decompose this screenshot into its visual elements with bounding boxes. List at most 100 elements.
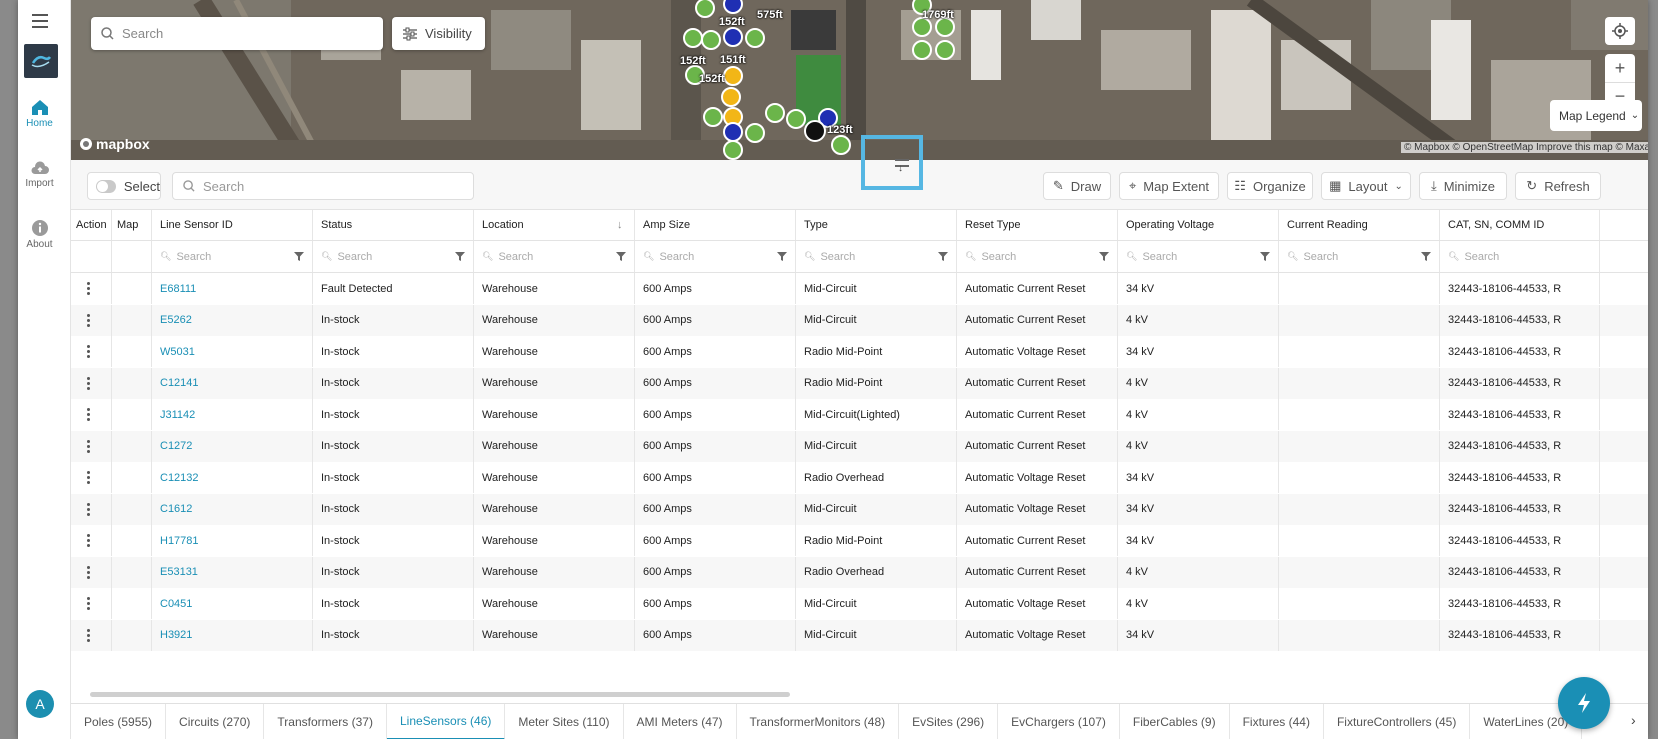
layout-dropdown[interactable]: ▦ Layout ⌄: [1321, 172, 1411, 200]
table-row[interactable]: W5031 In-stock Warehouse 600 Amps Radio Mid-…: [71, 336, 1648, 367]
kebab-menu-icon[interactable]: [87, 628, 90, 642]
column-header[interactable]: Reset Type: [957, 210, 1118, 240]
column-filter[interactable]: 🔍︎ Search: [1118, 241, 1279, 272]
cell-id[interactable]: C12132: [152, 462, 313, 493]
layer-tab[interactable]: LineSensors (46): [386, 704, 506, 739]
table-row[interactable]: E5262 In-stock Warehouse 600 Amps Mid-Circui…: [71, 304, 1648, 336]
cell-id[interactable]: E5262: [152, 304, 313, 336]
table-row[interactable]: E68111 Fault Detected Warehouse 600 Amps Mid…: [71, 273, 1648, 304]
row-actions-menu[interactable]: [71, 525, 112, 556]
organize-button[interactable]: ☷ Organize: [1227, 172, 1313, 200]
column-header[interactable]: Map: [112, 210, 152, 240]
kebab-menu-icon[interactable]: [87, 408, 90, 421]
layer-tab[interactable]: TransformerMonitors (48): [737, 704, 900, 739]
row-actions-menu[interactable]: [71, 462, 112, 493]
row-actions-menu[interactable]: [71, 556, 112, 588]
kebab-menu-icon[interactable]: [87, 376, 90, 390]
horizontal-scrollbar[interactable]: [90, 692, 790, 697]
map-extent-button[interactable]: ⌖ Map Extent: [1119, 172, 1219, 200]
cell-id[interactable]: J31142: [152, 399, 313, 430]
column-filter[interactable]: 🔍︎ Search: [1279, 241, 1440, 272]
layer-tab[interactable]: EvChargers (107): [998, 704, 1120, 739]
column-filter[interactable]: 🔍︎ Search: [635, 241, 796, 272]
table-row[interactable]: C12132 In-stock Warehouse 600 Amps Radio Ove…: [71, 462, 1648, 493]
kebab-menu-icon[interactable]: [87, 439, 90, 453]
grid-search-input[interactable]: Search: [172, 172, 474, 200]
row-actions-menu[interactable]: [71, 588, 112, 619]
toggle-switch[interactable]: [96, 179, 116, 193]
column-filter[interactable]: 🔍︎ Search: [313, 241, 474, 272]
table-row[interactable]: C0451 In-stock Warehouse 600 Amps Mid-Circui…: [71, 588, 1648, 619]
kebab-menu-icon[interactable]: [87, 282, 90, 295]
cell-id[interactable]: E53131: [152, 556, 313, 588]
filter-icon[interactable]: [938, 252, 948, 261]
row-actions-menu[interactable]: [71, 304, 112, 336]
map-legend-dropdown[interactable]: Map Legend ⌄: [1550, 100, 1642, 131]
minimize-button[interactable]: ⤓ Minimize: [1419, 172, 1507, 200]
column-header[interactable]: Status: [313, 210, 474, 240]
row-actions-menu[interactable]: [71, 273, 112, 304]
kebab-menu-icon[interactable]: [87, 534, 90, 547]
cell-id[interactable]: W5031: [152, 336, 313, 367]
filter-icon[interactable]: [777, 252, 787, 261]
column-filter[interactable]: 🔍︎ Search: [474, 241, 635, 272]
column-filter[interactable]: 🔍︎ Search: [796, 241, 957, 272]
layer-tab[interactable]: Circuits (270): [166, 704, 265, 739]
column-filter[interactable]: 🔍︎ Search: [957, 241, 1118, 272]
kebab-menu-icon[interactable]: [87, 502, 90, 516]
avatar[interactable]: A: [26, 690, 54, 718]
refresh-button[interactable]: ↻ Refresh: [1515, 172, 1601, 200]
sidebar-item-home[interactable]: Home: [18, 98, 61, 129]
filter-icon[interactable]: [1260, 252, 1270, 261]
sidebar-item-about[interactable]: About: [18, 219, 61, 250]
cell-id[interactable]: H3921: [152, 619, 313, 651]
layer-tab[interactable]: Meter Sites (110): [505, 704, 624, 739]
layer-tab[interactable]: EvSites (296): [899, 704, 999, 739]
map-attribution[interactable]: © Mapbox © OpenStreetMap Improve this ma…: [1401, 142, 1648, 153]
filter-icon[interactable]: [1421, 252, 1431, 261]
column-header[interactable]: CAT, SN, COMM ID: [1440, 210, 1600, 240]
column-header[interactable]: Operating Voltage: [1118, 210, 1279, 240]
layer-tab[interactable]: AMI Meters (47): [624, 704, 737, 739]
kebab-menu-icon[interactable]: [87, 313, 90, 327]
table-row[interactable]: C1272 In-stock Warehouse 600 Amps Mid-Circui…: [71, 430, 1648, 462]
row-actions-menu[interactable]: [71, 619, 112, 651]
filter-icon[interactable]: [455, 252, 465, 261]
select-toggle[interactable]: Select: [87, 172, 161, 200]
row-actions-menu[interactable]: [71, 430, 112, 462]
layer-tab[interactable]: Poles (5955): [71, 704, 167, 739]
row-actions-menu[interactable]: [71, 336, 112, 367]
kebab-menu-icon[interactable]: [87, 597, 90, 610]
layer-tab[interactable]: Transformers (37): [264, 704, 387, 739]
filter-icon[interactable]: [616, 252, 626, 261]
table-row[interactable]: C12141 In-stock Warehouse 600 Amps Radio Mid…: [71, 367, 1648, 399]
visibility-button[interactable]: Visibility: [392, 17, 485, 50]
sidebar-item-import[interactable]: Import: [18, 160, 61, 189]
row-actions-menu[interactable]: [71, 493, 112, 525]
layer-tab[interactable]: FixtureControllers (45): [1324, 704, 1471, 739]
filter-icon[interactable]: [1099, 252, 1109, 261]
map-view[interactable]: 575ft 152ft 1769ft 152ft 151ft 152ft 123…: [71, 0, 1648, 160]
column-header[interactable]: Type: [796, 210, 957, 240]
table-row[interactable]: E53131 In-stock Warehouse 600 Amps Radio Ove…: [71, 556, 1648, 588]
sort-arrow-icon[interactable]: ↓: [617, 219, 623, 231]
kebab-menu-icon[interactable]: [87, 471, 90, 484]
filter-icon[interactable]: [294, 252, 304, 261]
column-filter[interactable]: 🔍︎ Search: [1440, 241, 1600, 272]
menu-icon[interactable]: [32, 14, 48, 32]
column-header[interactable]: Line Sensor ID: [152, 210, 313, 240]
draw-button[interactable]: ✎ Draw: [1043, 172, 1111, 200]
cell-id[interactable]: C12141: [152, 367, 313, 399]
quick-action-button[interactable]: [1558, 677, 1610, 729]
column-header[interactable]: Current Reading: [1279, 210, 1440, 240]
column-filter[interactable]: 🔍︎ Search: [152, 241, 313, 272]
layer-tab[interactable]: FiberCables (9): [1120, 704, 1230, 739]
cell-id[interactable]: E68111: [152, 273, 313, 304]
column-header[interactable]: Amp Size: [635, 210, 796, 240]
row-actions-menu[interactable]: [71, 399, 112, 430]
table-row[interactable]: H3921 In-stock Warehouse 600 Amps Mid-Circui…: [71, 619, 1648, 651]
layer-tab[interactable]: Fixtures (44): [1230, 704, 1324, 739]
column-header[interactable]: Location: [474, 210, 635, 240]
kebab-menu-icon[interactable]: [87, 565, 90, 579]
cell-id[interactable]: C1272: [152, 430, 313, 462]
